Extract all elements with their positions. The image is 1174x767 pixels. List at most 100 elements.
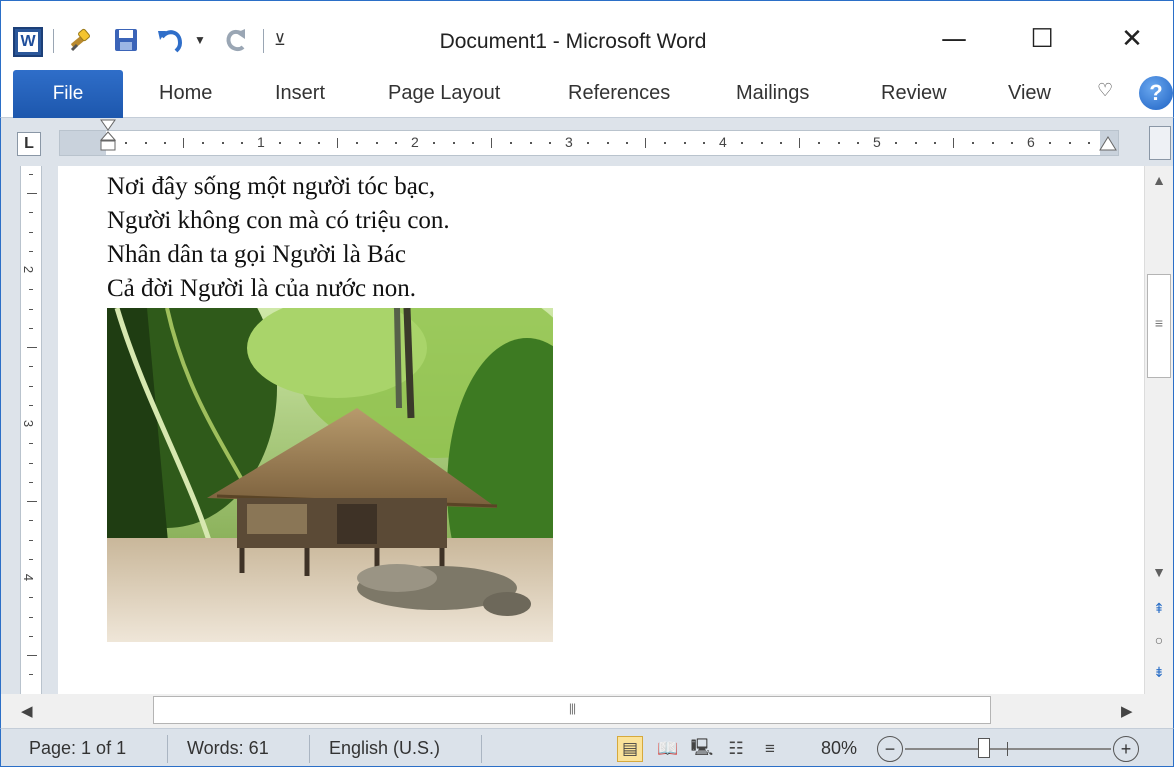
indent-marker-icon[interactable] <box>100 118 116 152</box>
vertical-scrollbar[interactable]: ▲ ≡ ▼ ⇞ ○ ⇟ <box>1144 166 1174 694</box>
vruler-tick <box>29 558 33 560</box>
vruler-tick <box>29 443 33 445</box>
vruler-tick <box>29 385 33 387</box>
tab-home[interactable]: Home <box>159 82 212 105</box>
poem-line[interactable]: Nơi đây sống một người tóc bạc, <box>107 170 450 204</box>
scroll-left-arrow-icon[interactable]: ◀ <box>21 702 33 720</box>
ruler-dot <box>933 142 936 144</box>
zoom-out-icon: − <box>884 738 896 759</box>
help-icon[interactable]: ? <box>1139 76 1173 110</box>
tab-view[interactable]: View <box>1008 82 1051 105</box>
vruler-tick <box>29 327 33 329</box>
horizontal-scroll-thumb[interactable]: ||| <box>153 696 991 724</box>
inserted-picture[interactable] <box>107 308 553 642</box>
ruler-dot <box>972 142 975 144</box>
print-layout-icon[interactable]: ▤ <box>617 736 643 762</box>
vruler-tick <box>29 616 33 618</box>
ruler-dot <box>471 142 474 144</box>
vertical-scroll-thumb[interactable]: ≡ <box>1147 274 1171 378</box>
draft-icon[interactable]: ≡ <box>757 736 783 762</box>
poem-line[interactable]: Cả đời Người là của nước non. <box>107 272 450 306</box>
ruler-dot <box>991 142 994 144</box>
vruler-number: 2 <box>21 265 37 274</box>
poem-line[interactable]: Nhân dân ta gọi Người là Bác <box>107 238 450 272</box>
ruler-dot <box>202 142 205 144</box>
ruler-dot <box>741 142 744 144</box>
view-ruler-button[interactable] <box>1149 126 1171 160</box>
tab-mailings[interactable]: Mailings <box>736 82 809 105</box>
document-page[interactable]: Nơi đây sống một người tóc bạc, Người kh… <box>58 166 1144 694</box>
title-bar: W ▼ ⊻ Document1 - Microsoft Word — ☐ ✕ <box>0 0 1174 70</box>
ruler-number: 4 <box>719 134 727 150</box>
ruler-half-inch-tick <box>491 138 492 148</box>
status-bar: Page: 1 of 1 Words: 61 English (U.S.) ▤ … <box>0 728 1174 767</box>
right-indent-marker-icon[interactable] <box>1099 136 1117 152</box>
tab-review[interactable]: Review <box>881 82 947 105</box>
ruler-dot <box>375 142 378 144</box>
tab-references[interactable]: References <box>568 82 670 105</box>
scroll-down-arrow-icon[interactable]: ▼ <box>1145 564 1173 580</box>
vruler-tick <box>29 289 33 291</box>
ruler-dot <box>625 142 628 144</box>
ruler-dot <box>1049 142 1052 144</box>
close-button[interactable]: ✕ <box>1109 19 1155 59</box>
ruler-dot <box>683 142 686 144</box>
tab-page-layout[interactable]: Page Layout <box>388 82 500 105</box>
ruler-dot <box>298 142 301 144</box>
vruler-tick <box>29 597 33 599</box>
zoom-slider[interactable] <box>905 748 1111 750</box>
ruler-dot <box>664 142 667 144</box>
ruler-dot <box>702 142 705 144</box>
zoom-in-button[interactable]: + <box>1113 736 1139 762</box>
ruler-half-inch-tick <box>953 138 954 148</box>
maximize-button[interactable]: ☐ <box>1019 19 1065 59</box>
vruler-tick <box>29 366 33 368</box>
previous-page-icon[interactable]: ⇞ <box>1145 600 1173 617</box>
ruler-dot <box>279 142 282 144</box>
language[interactable]: English (U.S.) <box>329 738 440 759</box>
ruler-dot <box>510 142 513 144</box>
poem-line[interactable]: Người không con mà có triệu con. <box>107 204 450 238</box>
vruler-tick <box>29 250 33 252</box>
vruler-tick <box>29 404 33 406</box>
ruler-half-inch-tick <box>337 138 338 148</box>
thumb-grip: ||| <box>568 701 576 715</box>
tab-insert[interactable]: Insert <box>275 82 325 105</box>
vruler-tick <box>29 635 33 637</box>
horizontal-ruler[interactable]: 1 2 3 4 5 6 <box>59 130 1119 156</box>
zoom-slider-thumb[interactable] <box>978 738 991 758</box>
ruler-half-inch-tick <box>799 138 800 148</box>
ruler-dot <box>818 142 821 144</box>
word-count[interactable]: Words: 61 <box>187 738 269 759</box>
zoom-out-button[interactable]: − <box>877 736 903 762</box>
ruler-dot <box>837 142 840 144</box>
thumb-grip: ≡ <box>1154 315 1164 331</box>
vruler-tick <box>29 520 33 522</box>
zoom-100-marker <box>1007 742 1008 756</box>
scroll-up-arrow-icon[interactable]: ▲ <box>1145 172 1173 188</box>
tab-selector-button[interactable]: L <box>17 132 41 156</box>
tab-file[interactable]: File <box>13 70 123 118</box>
full-screen-reading-icon[interactable]: 📖 <box>655 736 681 762</box>
vruler-tick <box>29 481 33 483</box>
vruler-tick <box>29 212 33 214</box>
scroll-right-arrow-icon[interactable]: ▶ <box>1121 702 1133 720</box>
ruler-dot <box>163 142 166 144</box>
vruler-half-inch-tick <box>27 347 37 348</box>
ruler-number: 2 <box>411 134 419 150</box>
vruler-half-inch-tick <box>27 193 37 194</box>
minimize-button[interactable]: — <box>931 19 977 59</box>
next-page-icon[interactable]: ⇟ <box>1145 664 1173 681</box>
horizontal-scrollbar[interactable]: ◀ ||| ▶ <box>0 694 1174 728</box>
ruler-dot <box>895 142 898 144</box>
zoom-level[interactable]: 80% <box>821 738 857 759</box>
minimize-icon: — <box>941 24 967 54</box>
select-browse-object-icon[interactable]: ○ <box>1145 632 1173 648</box>
document-text[interactable]: Nơi đây sống một người tóc bạc, Người kh… <box>107 170 450 306</box>
web-layout-icon[interactable]: 🖳 <box>689 736 715 762</box>
outline-icon[interactable]: ☷ <box>723 736 749 762</box>
minimize-ribbon-icon[interactable]: ♡ <box>1097 80 1113 101</box>
page-count[interactable]: Page: 1 of 1 <box>29 738 126 759</box>
window-title: Document1 - Microsoft Word <box>439 30 707 53</box>
vertical-ruler[interactable]: 2 3 4 <box>20 166 42 695</box>
